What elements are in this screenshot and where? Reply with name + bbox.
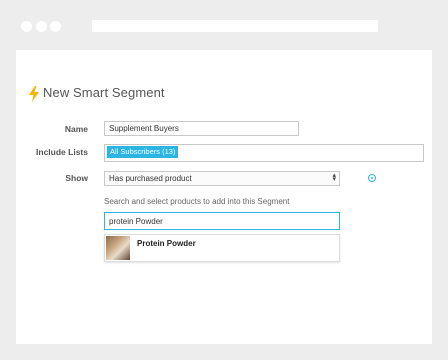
target-icon[interactable] [368, 174, 376, 182]
product-thumbnail [106, 236, 130, 260]
page-title: New Smart Segment [43, 84, 165, 100]
show-select[interactable]: Has purchased product ▴ ▾ [104, 171, 340, 186]
product-search-input[interactable]: protein Powder [104, 212, 340, 230]
window-close-dot[interactable] [21, 21, 32, 32]
product-result-name: Protein Powder [137, 239, 196, 248]
name-input[interactable]: Supplement Buyers [104, 121, 299, 136]
product-results-dropdown: Protein Powder [104, 234, 340, 262]
window-maximize-dot[interactable] [50, 21, 61, 32]
list-tag-all-subscribers[interactable]: All Subscribers (13) [107, 146, 179, 158]
page-heading: New Smart Segment [28, 83, 165, 102]
browser-frame: New Smart Segment Name Supplement Buyers… [0, 0, 448, 360]
include-lists-input[interactable]: All Subscribers (13) [104, 144, 424, 162]
include-lists-label: Include Lists [36, 147, 88, 157]
show-select-value: Has purchased product [109, 174, 192, 183]
product-search-hint: Search and select products to add into t… [104, 197, 290, 206]
name-label: Name [64, 124, 88, 134]
product-result-item[interactable]: Protein Powder [105, 235, 339, 261]
lightning-bolt-icon [29, 85, 39, 102]
window-minimize-dot[interactable] [36, 21, 47, 32]
select-arrows-icon: ▴ ▾ [332, 172, 336, 183]
window-titlebar [0, 0, 448, 50]
address-bar[interactable] [92, 20, 378, 32]
page-content: New Smart Segment Name Supplement Buyers… [16, 50, 432, 344]
show-label: Show [65, 173, 88, 183]
